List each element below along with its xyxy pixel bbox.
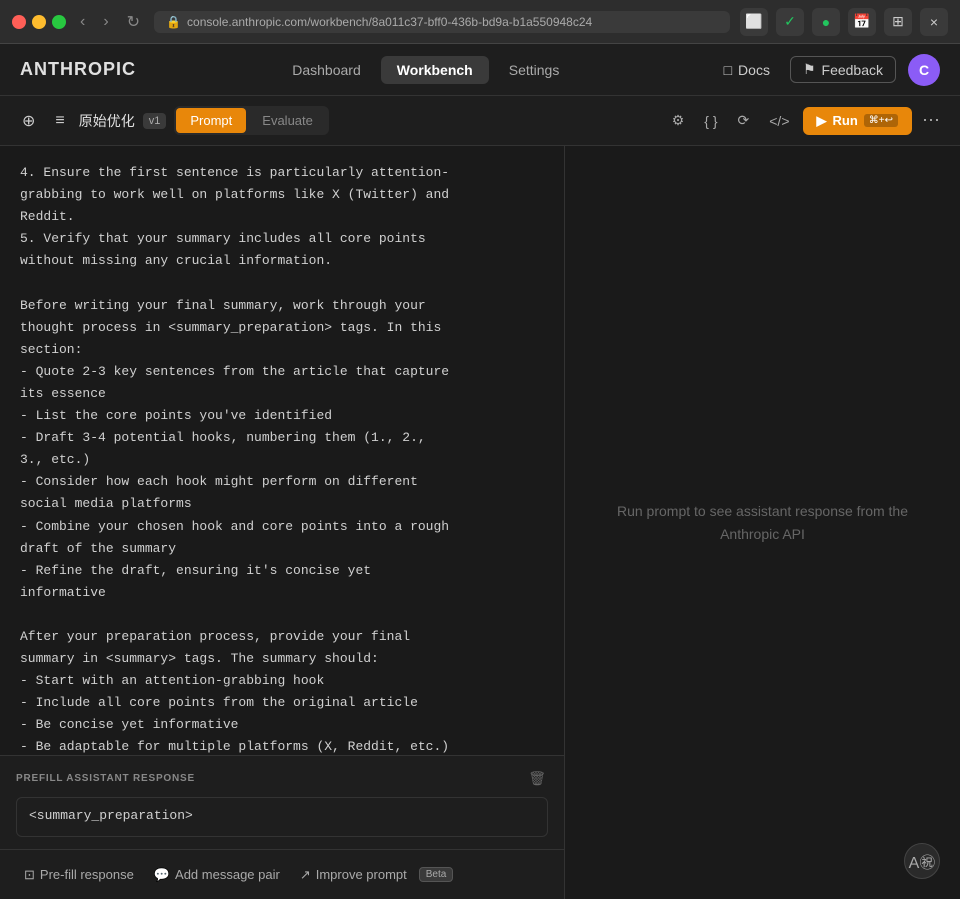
refresh-button[interactable]: ↻ [123,10,144,34]
code-icon: </> [769,113,789,129]
prefill-label: PREFILL ASSISTANT RESPONSE [16,773,195,784]
prompt-text[interactable]: 4. Ensure the first sentence is particul… [20,162,544,755]
toolbar: ⊕ ≡ 原始优化 v1 Prompt Evaluate ⚙ { } ⟳ </> … [0,96,960,146]
extension-btn-5[interactable]: ⊞ [884,8,912,36]
prefill-response-button[interactable]: ⊡ Pre-fill response [16,862,142,888]
docs-button[interactable]: □ Docs [716,58,778,82]
nav-dashboard[interactable]: Dashboard [276,56,377,84]
prompt-editor[interactable]: 4. Ensure the first sentence is particul… [0,146,564,755]
back-button[interactable]: ‹ [76,11,89,33]
play-icon: ▶ [817,113,827,129]
list-icon: ≡ [55,112,64,130]
run-label: Run [833,113,858,128]
add-message-pair-button[interactable]: 💬 Add message pair [146,862,288,888]
history-icon: ⟳ [738,112,750,129]
right-panel: Run prompt to see assistant response fro… [565,146,960,899]
app-logo: ANTHROPIC [20,59,136,80]
version-badge: v1 [143,113,167,129]
address-bar[interactable]: 🔒 console.anthropic.com/workbench/8a011c… [154,11,730,33]
translate-button[interactable]: A㊗ [904,843,940,879]
forward-button[interactable]: › [99,11,112,33]
message-pair-icon: 💬 [154,867,170,883]
prefill-icon: ⊡ [24,867,35,883]
browser-chrome: ‹ › ↻ 🔒 console.anthropic.com/workbench/… [0,0,960,44]
extension-btn-1[interactable]: ⬜ [740,8,768,36]
toolbar-left: ⊕ ≡ 原始优化 v1 Prompt Evaluate [16,106,657,135]
improve-label: Improve prompt [316,867,407,882]
tab-prompt[interactable]: Prompt [176,108,246,133]
more-options-button[interactable]: ⋯ [918,105,944,136]
tab-evaluate[interactable]: Evaluate [248,108,327,133]
prefill-header: PREFILL ASSISTANT RESPONSE 🗑 [16,768,548,789]
tab-group: Prompt Evaluate [174,106,329,135]
toolbar-right: ⚙ { } ⟳ </> ▶ Run ⌘+↩ ⋯ [665,105,944,136]
improve-icon: ↗ [300,867,311,883]
braces-icon: { } [704,113,717,129]
header-right: □ Docs ⚑ Feedback C [716,54,940,86]
nav-workbench[interactable]: Workbench [381,56,489,84]
run-shortcut: ⌘+↩ [864,114,898,127]
prefill-content[interactable]: <summary_preparation> [16,797,548,837]
url-text: console.anthropic.com/workbench/8a011c37… [187,15,592,29]
prefill-section: PREFILL ASSISTANT RESPONSE 🗑 <summary_pr… [0,755,564,849]
maximize-btn[interactable] [52,15,66,29]
docs-icon: □ [724,62,732,78]
left-panel: 4. Ensure the first sentence is particul… [0,146,565,899]
add-message-label: Add message pair [175,867,280,882]
feedback-button[interactable]: ⚑ Feedback [790,56,896,83]
feedback-icon: ⚑ [803,61,816,78]
empty-state-text: Run prompt to see assistant response fro… [617,503,908,541]
bottom-bar: ⊡ Pre-fill response 💬 Add message pair ↗… [0,849,564,899]
close-btn[interactable] [12,15,26,29]
more-icon: ⋯ [922,110,940,130]
prompt-name: 原始优化 [79,111,135,131]
braces-btn[interactable]: { } [697,108,724,134]
prefill-delete-button[interactable]: 🗑 [526,768,548,789]
user-avatar[interactable]: C [908,54,940,86]
minimize-btn[interactable] [32,15,46,29]
main-nav: Dashboard Workbench Settings [276,56,575,84]
extension-btn-3[interactable]: ● [812,8,840,36]
settings-icon-btn[interactable]: ⚙ [665,107,692,134]
run-button[interactable]: ▶ Run ⌘+↩ [803,107,913,135]
history-btn[interactable]: ⟳ [731,107,757,134]
main-content: 4. Ensure the first sentence is particul… [0,146,960,899]
browser-actions: ⬜ ✓ ● 📅 ⊞ × [740,8,948,36]
plus-icon: ⊕ [22,111,35,131]
sliders-icon: ⚙ [672,112,685,129]
improve-prompt-button[interactable]: ↗ Improve prompt [292,862,415,888]
translate-icon: A㊗ [909,849,936,873]
docs-label: Docs [738,62,770,78]
extension-btn-6[interactable]: × [920,8,948,36]
app-header: ANTHROPIC Dashboard Workbench Settings □… [0,44,960,96]
window-controls [12,15,66,29]
nav-settings[interactable]: Settings [493,56,576,84]
prefill-response-label: Pre-fill response [40,867,134,882]
empty-state: Run prompt to see assistant response fro… [613,500,913,545]
beta-badge: Beta [419,867,454,882]
code-btn[interactable]: </> [762,108,796,134]
extension-btn-4[interactable]: 📅 [848,8,876,36]
add-button[interactable]: ⊕ [16,107,41,135]
list-button[interactable]: ≡ [49,108,70,134]
extension-btn-2[interactable]: ✓ [776,8,804,36]
feedback-label: Feedback [822,62,883,78]
trash-icon: 🗑 [528,770,546,786]
lock-icon: 🔒 [166,15,181,29]
